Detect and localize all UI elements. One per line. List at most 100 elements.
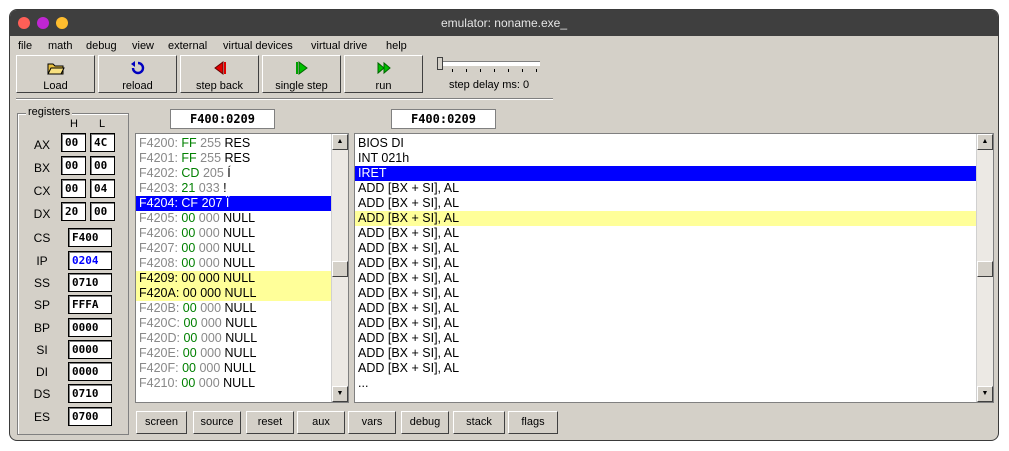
memory-row[interactable]: F420E: 00 000 NULL [136,346,332,361]
register-di-field[interactable]: 0000 [68,362,112,381]
step-back-label: step back [195,80,244,92]
register-bh-field[interactable]: 00 [61,156,86,175]
memory-row-selected[interactable]: F420A: 00 000 NULL [136,286,332,301]
debug-button[interactable]: debug [401,411,449,434]
load-button[interactable]: Load [16,55,95,93]
title-bar: emulator: noname.exe_ [10,10,998,36]
vars-button[interactable]: vars [348,411,396,434]
memory-row[interactable]: F4208: 00 000 NULL [136,256,332,271]
flags-button[interactable]: flags [508,411,558,434]
disassembly-line[interactable]: ADD [BX + SI], AL [355,286,977,301]
menu-external[interactable]: external [168,40,207,52]
slider-tick [480,69,481,72]
disassembly-line[interactable]: ADD [BX + SI], AL [355,361,977,376]
disassembly-line[interactable]: ADD [BX + SI], AL [355,196,977,211]
register-ds-field[interactable]: 0710 [68,384,112,403]
memory-row[interactable]: F420B: 00 000 NULL [136,301,332,316]
disassembly-line-selected[interactable]: ADD [BX + SI], AL [355,211,977,226]
menu-debug[interactable]: debug [86,40,117,52]
step-delay-slider[interactable] [435,56,545,76]
register-dl-field[interactable]: 00 [90,202,115,221]
disassembly-line[interactable]: ... [355,376,977,391]
source-button[interactable]: source [193,411,241,434]
disassembly-line[interactable]: ADD [BX + SI], AL [355,256,977,271]
memory-row[interactable]: F4205: 00 000 NULL [136,211,332,226]
memory-row[interactable]: F4203: 21 033 ! [136,181,332,196]
memory-row[interactable]: F4201: FF 255 RES [136,151,332,166]
disassembly-scrollbar[interactable]: ▲ ▼ [976,134,993,402]
step-back-button[interactable]: step back [180,55,259,93]
aux-button[interactable]: aux [297,411,345,434]
register-ch-field[interactable]: 00 [61,179,86,198]
scroll-thumb[interactable] [332,261,348,277]
disassembly-line[interactable]: ADD [BX + SI], AL [355,241,977,256]
memory-row[interactable]: F420F: 00 000 NULL [136,361,332,376]
disassembly-line[interactable]: ADD [BX + SI], AL [355,271,977,286]
slider-tick [494,69,495,72]
scroll-up-arrow-icon[interactable]: ▲ [332,134,348,150]
menu-file[interactable]: file [18,40,32,52]
disassembly-list[interactable]: BIOS DI INT 021h IRET ADD [BX + SI], AL … [354,133,994,403]
register-cs-label: CS [33,231,51,245]
scroll-thumb[interactable] [977,261,993,277]
memory-row[interactable]: F4200: FF 255 RES [136,136,332,151]
slider-track [438,61,540,66]
reset-button[interactable]: reset [246,411,294,434]
register-ip-field[interactable]: 0204 [68,251,112,270]
run-button[interactable]: run [344,55,423,93]
register-cs-field[interactable]: F400 [68,228,112,247]
disassembly-line[interactable]: ADD [BX + SI], AL [355,331,977,346]
scroll-down-arrow-icon[interactable]: ▼ [977,386,993,402]
menu-help[interactable]: help [386,40,407,52]
menu-virtual-drive[interactable]: virtual drive [311,40,367,52]
memory-address-field[interactable]: F400:0209 [170,109,275,129]
single-step-button[interactable]: single step [262,55,341,93]
disassembly-line[interactable]: ADD [BX + SI], AL [355,301,977,316]
disassembly-address-field[interactable]: F400:0209 [391,109,496,129]
step-back-icon [181,60,258,76]
scroll-down-arrow-icon[interactable]: ▼ [332,386,348,402]
disassembly-line[interactable]: INT 021h [355,151,977,166]
reload-icon [99,60,176,76]
disassembly-line[interactable]: ADD [BX + SI], AL [355,226,977,241]
run-icon [345,60,422,76]
disassembly-line-current[interactable]: IRET [355,166,977,181]
menu-math[interactable]: math [48,40,72,52]
memory-row[interactable]: F4202: CD 205 Í [136,166,332,181]
screen-button[interactable]: screen [136,411,187,434]
memory-scrollbar[interactable]: ▲ ▼ [331,134,348,402]
memory-list[interactable]: F4200: FF 255 RES F4201: FF 255 RES F420… [135,133,349,403]
open-folder-icon [17,60,94,76]
step-delay-label: step delay ms: 0 [449,79,530,91]
disassembly-line[interactable]: ADD [BX + SI], AL [355,181,977,196]
register-dh-field[interactable]: 20 [61,202,86,221]
memory-row[interactable]: F4207: 00 000 NULL [136,241,332,256]
memory-row[interactable]: F420C: 00 000 NULL [136,316,332,331]
register-sp-field[interactable]: FFFA [68,295,112,314]
memory-row-current[interactable]: F4204: CF 207 Ï [136,196,332,211]
memory-row[interactable]: F4206: 00 000 NULL [136,226,332,241]
register-bp-field[interactable]: 0000 [68,318,112,337]
disassembly-line[interactable]: BIOS DI [355,136,977,151]
slider-thumb[interactable] [437,57,443,70]
register-ss-field[interactable]: 0710 [68,273,112,292]
disassembly-line[interactable]: ADD [BX + SI], AL [355,316,977,331]
menu-view[interactable]: view [132,40,154,52]
memory-row-selected[interactable]: F4209: 00 000 NULL [136,271,332,286]
scroll-up-arrow-icon[interactable]: ▲ [977,134,993,150]
menu-virtual-devices[interactable]: virtual devices [223,40,293,52]
reload-button[interactable]: reload [98,55,177,93]
register-si-field[interactable]: 0000 [68,340,112,359]
slider-tick [536,69,537,72]
register-es-field[interactable]: 0700 [68,407,112,426]
disassembly-line[interactable]: ADD [BX + SI], AL [355,346,977,361]
window-title: emulator: noname.exe_ [440,16,568,30]
memory-row[interactable]: F420D: 00 000 NULL [136,331,332,346]
register-al-field[interactable]: 4C [90,133,115,152]
stack-button[interactable]: stack [453,411,505,434]
register-ah-field[interactable]: 00 [61,133,86,152]
register-cl-field[interactable]: 04 [90,179,115,198]
memory-row[interactable]: F4210: 00 000 NULL [136,376,332,391]
register-bl-field[interactable]: 00 [90,156,115,175]
toolbar-divider [16,98,553,100]
